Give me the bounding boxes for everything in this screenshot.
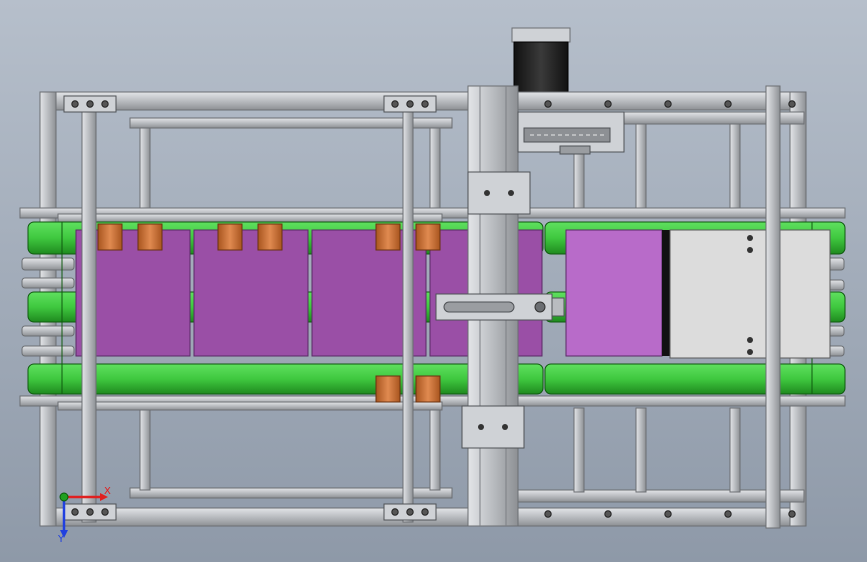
axis-x-label: X (104, 486, 111, 497)
bolt-hole (71, 100, 79, 108)
bolt-hole (724, 510, 732, 518)
bolt-hole (664, 100, 672, 108)
bolt-hole (71, 508, 79, 516)
product-boxes (75, 229, 670, 357)
stepper-motor-icon (511, 27, 571, 93)
bolt-hole (421, 100, 429, 108)
bolt-hole (724, 100, 732, 108)
bolt-hole (604, 100, 612, 108)
bolt-hole (788, 510, 796, 518)
pusher-plate (669, 229, 831, 359)
bolt-hole (664, 510, 672, 518)
bolt-hole (406, 100, 414, 108)
conveyor-assembly-drawing: X Y (0, 0, 867, 562)
bolt-hole (391, 100, 399, 108)
bolt-hole (391, 508, 399, 516)
bolt-hole (604, 510, 612, 518)
bolt-hole (86, 508, 94, 516)
bolt-hole (421, 508, 429, 516)
bolt-hole (406, 508, 414, 516)
bolt-hole (788, 100, 796, 108)
bolt-hole (101, 508, 109, 516)
bolt-hole (86, 100, 94, 108)
bolt-hole (544, 100, 552, 108)
bolt-hole (101, 100, 109, 108)
sensor-bracket (517, 111, 625, 155)
cad-viewport[interactable]: X Y (0, 0, 867, 562)
bolt-hole (544, 510, 552, 518)
axis-y-label: Y (57, 534, 65, 545)
